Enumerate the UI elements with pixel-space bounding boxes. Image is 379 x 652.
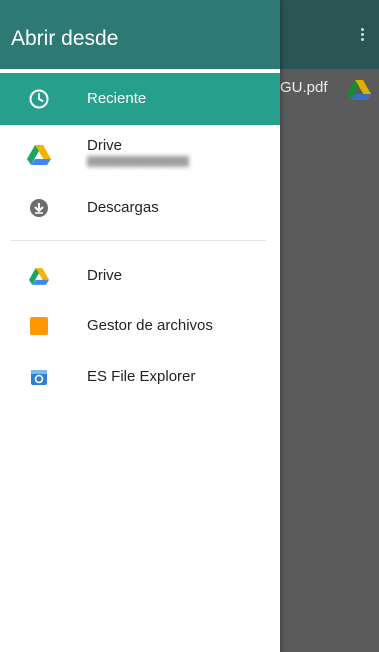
drawer-item-label: Descargas [87, 199, 159, 216]
drawer-item-label: ES File Explorer [87, 368, 196, 385]
google-drive-icon [347, 80, 371, 100]
drawer-item-label: Drive [87, 137, 123, 154]
drawer-header: Abrir desde [0, 0, 280, 69]
folder-icon [27, 314, 51, 338]
drawer-item-recent[interactable]: Reciente [0, 73, 280, 125]
google-drive-icon [27, 264, 51, 288]
drawer-item-file-manager[interactable]: Gestor de archivos [0, 300, 280, 352]
drawer-item-account-email: ████████████████ [87, 156, 190, 166]
more-vert-icon[interactable] [355, 26, 369, 48]
drawer-item-label: Drive [87, 267, 123, 284]
section-divider [10, 240, 266, 241]
drawer-item-drive-account[interactable]: Drive ████████████████ [0, 125, 280, 185]
download-icon [27, 196, 51, 220]
navigation-drawer: Abrir desde Reciente Drive █████████████… [0, 0, 280, 652]
drawer-item-label: Gestor de archivos [87, 317, 213, 334]
es-file-explorer-icon [27, 365, 51, 389]
google-drive-icon [27, 143, 51, 167]
background-file-name: GU.pdf [280, 79, 328, 96]
drawer-item-label: Reciente [87, 90, 147, 107]
drawer-title: Abrir desde [11, 27, 119, 50]
drawer-item-es-file-explorer[interactable]: ES File Explorer [0, 351, 280, 403]
clock-icon [27, 87, 51, 111]
drawer-item-downloads[interactable]: Descargas [0, 182, 280, 234]
drawer-item-drive-app[interactable]: Drive [0, 250, 280, 302]
